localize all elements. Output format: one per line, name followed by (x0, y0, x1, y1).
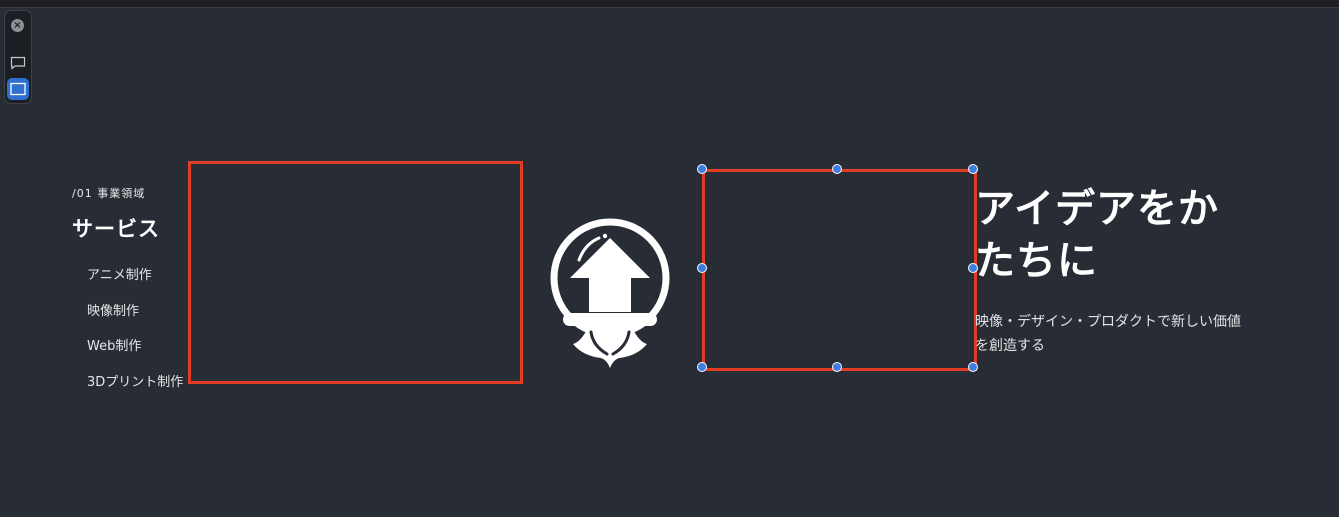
resize-handle-top-center[interactable] (832, 164, 842, 174)
service-item-3dprint[interactable]: 3Dプリント制作 (87, 373, 183, 409)
service-item-web[interactable]: Web制作 (87, 337, 183, 373)
service-item-anime[interactable]: アニメ制作 (87, 266, 183, 302)
snow-globe-logo-icon (550, 218, 670, 368)
section-eyebrow: /01 事業領域 (72, 187, 146, 200)
window-top-bar (0, 0, 1339, 7)
hero-tagline: 映像・デザイン・プロダクトで新しい価値を創造する (975, 314, 1241, 354)
comment-tool-button[interactable] (7, 52, 29, 74)
service-list: アニメ制作 映像制作 Web制作 3Dプリント制作 (87, 266, 183, 408)
resize-handle-middle-left[interactable] (697, 263, 707, 273)
selected-placeholder-frame[interactable] (702, 169, 977, 371)
resize-handle-top-right[interactable] (968, 164, 978, 174)
headline-line-1: アイデアをか (975, 186, 1219, 232)
comment-icon (10, 56, 26, 70)
frame-tool-button[interactable] (7, 78, 29, 100)
close-icon[interactable]: × (11, 19, 24, 32)
service-item-video[interactable]: 映像制作 (87, 302, 183, 338)
resize-handle-bottom-left[interactable] (697, 362, 707, 372)
resize-handle-bottom-right[interactable] (968, 362, 978, 372)
top-divider (0, 7, 1339, 8)
section-title: サービス (72, 217, 160, 241)
hero-headline: アイデアをか たちに (975, 183, 1255, 287)
frame-icon (10, 82, 26, 96)
floating-toolbar: × (4, 10, 32, 104)
headline-line-2: たちに (975, 238, 1098, 284)
resize-handle-top-left[interactable] (697, 164, 707, 174)
image-placeholder-frame[interactable] (188, 161, 523, 384)
resize-handle-bottom-center[interactable] (832, 362, 842, 372)
